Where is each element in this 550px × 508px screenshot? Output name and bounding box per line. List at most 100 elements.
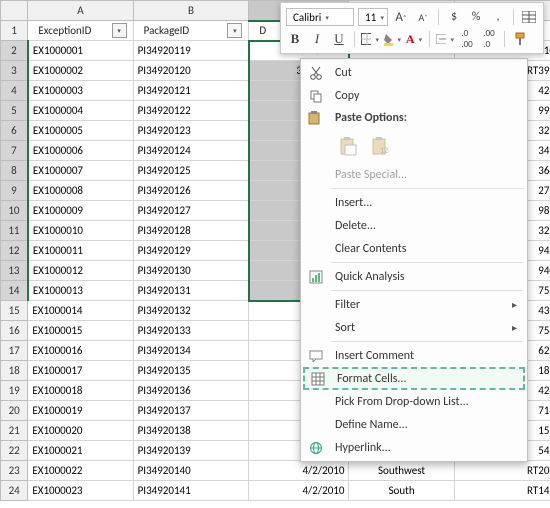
menu-pick-list[interactable]: Pick From Drop-down List... — [303, 390, 525, 413]
font-size-combo[interactable]: 11▾ — [358, 8, 388, 26]
cell-B1[interactable]: PackageID▾ — [133, 21, 249, 41]
row-header-9[interactable]: 9 — [1, 181, 28, 201]
row-header-12[interactable]: 12 — [1, 241, 28, 261]
format-painter-icon[interactable] — [511, 30, 529, 48]
cell-A18[interactable]: EX1000017 — [28, 361, 133, 381]
cell-B13[interactable]: PI34920130 — [133, 261, 249, 281]
cell-A5[interactable]: EX1000004 — [28, 101, 133, 121]
cell-B11[interactable]: PI34920128 — [133, 221, 249, 241]
cell-E23[interactable]: RT208 — [454, 461, 550, 481]
cell-B2[interactable]: PI34920119 — [133, 41, 249, 61]
cell-D23[interactable]: Southwest — [349, 461, 454, 481]
italic-icon[interactable]: I — [308, 30, 326, 48]
cell-D24[interactable]: South — [349, 481, 454, 501]
menu-define-name[interactable]: Define Name... — [303, 413, 525, 436]
row-header-22[interactable]: 22 — [1, 441, 28, 461]
bold-icon[interactable]: B — [286, 30, 304, 48]
cell-B4[interactable]: PI34920121 — [133, 81, 249, 101]
menu-insert-comment[interactable]: Insert Comment — [303, 344, 525, 367]
cell-A11[interactable]: EX1000010 — [28, 221, 133, 241]
row-header-3[interactable]: 3 — [1, 61, 28, 81]
cell-A4[interactable]: EX1000003 — [28, 81, 133, 101]
row-header-7[interactable]: 7 — [1, 141, 28, 161]
cell-B20[interactable]: PI34920137 — [133, 401, 249, 421]
font-family-combo[interactable]: Calibri▾ — [286, 8, 354, 26]
row-header-6[interactable]: 6 — [1, 121, 28, 141]
col-header-B[interactable]: B — [133, 1, 249, 21]
cell-B17[interactable]: PI34920134 — [133, 341, 249, 361]
grow-font-icon[interactable]: A˄ — [392, 8, 410, 26]
row-header-17[interactable]: 17 — [1, 341, 28, 361]
row-header-18[interactable]: 18 — [1, 361, 28, 381]
paste-option-values-icon[interactable]: 123 — [367, 133, 393, 159]
comma-format-icon[interactable]: , — [489, 8, 507, 26]
cell-B5[interactable]: PI34920122 — [133, 101, 249, 121]
underline-icon[interactable]: U — [330, 30, 348, 48]
cell-B15[interactable]: PI34920132 — [133, 301, 249, 321]
font-color-icon[interactable]: A▾ — [405, 30, 423, 48]
row-header-1[interactable]: 1 — [1, 21, 28, 41]
menu-sort[interactable]: Sort — [303, 316, 525, 339]
row-header-20[interactable]: 20 — [1, 401, 28, 421]
fill-color-icon[interactable]: ▾ — [383, 30, 401, 48]
cell-A24[interactable]: EX1000023 — [28, 481, 133, 501]
menu-quick-analysis[interactable]: Quick Analysis — [303, 265, 525, 288]
row-header-5[interactable]: 5 — [1, 101, 28, 121]
merge-center-icon[interactable]: ▾ — [436, 30, 454, 48]
percent-format-icon[interactable]: % — [467, 8, 485, 26]
cell-A12[interactable]: EX1000011 — [28, 241, 133, 261]
cell-B22[interactable]: PI34920139 — [133, 441, 249, 461]
cell-A15[interactable]: EX1000014 — [28, 301, 133, 321]
paste-option-default-icon[interactable] — [335, 133, 361, 159]
row-header-4[interactable]: 4 — [1, 81, 28, 101]
row-header-11[interactable]: 11 — [1, 221, 28, 241]
menu-copy[interactable]: Copy — [303, 84, 525, 107]
menu-cut[interactable]: Cut — [303, 61, 525, 84]
menu-delete[interactable]: Delete... — [303, 214, 525, 237]
cell-A19[interactable]: EX1000018 — [28, 381, 133, 401]
cell-C24[interactable]: 4/2/2010 — [249, 481, 349, 501]
cell-B7[interactable]: PI34920124 — [133, 141, 249, 161]
row-header-21[interactable]: 21 — [1, 421, 28, 441]
row-header-14[interactable]: 14 — [1, 281, 28, 301]
cell-B12[interactable]: PI34920129 — [133, 241, 249, 261]
decrease-decimal-icon[interactable]: .00.0 — [480, 30, 498, 48]
row-header-23[interactable]: 23 — [1, 461, 28, 481]
menu-insert[interactable]: Insert... — [303, 191, 525, 214]
row-header-15[interactable]: 15 — [1, 301, 28, 321]
cell-A8[interactable]: EX1000007 — [28, 161, 133, 181]
cell-A2[interactable]: EX1000001 — [28, 41, 133, 61]
cell-A10[interactable]: EX1000009 — [28, 201, 133, 221]
cell-E24[interactable]: RT145 — [454, 481, 550, 501]
cell-B10[interactable]: PI34920127 — [133, 201, 249, 221]
menu-hyperlink[interactable]: Hyperlink... — [303, 436, 525, 459]
borders-icon[interactable]: ▾ — [361, 30, 379, 48]
cell-A23[interactable]: EX1000022 — [28, 461, 133, 481]
cell-B23[interactable]: PI34920140 — [133, 461, 249, 481]
row-header-19[interactable]: 19 — [1, 381, 28, 401]
cell-A17[interactable]: EX1000016 — [28, 341, 133, 361]
cell-A22[interactable]: EX1000021 — [28, 441, 133, 461]
row-header-2[interactable]: 2 — [1, 41, 28, 61]
shrink-font-icon[interactable]: A˅ — [414, 8, 432, 26]
filter-button-A[interactable]: ▾ — [112, 23, 127, 38]
cell-B6[interactable]: PI34920123 — [133, 121, 249, 141]
cell-A6[interactable]: EX1000005 — [28, 121, 133, 141]
row-header-8[interactable]: 8 — [1, 161, 28, 181]
cell-B24[interactable]: PI34920141 — [133, 481, 249, 501]
format-table-icon[interactable] — [520, 8, 538, 26]
filter-button-B[interactable]: ▾ — [227, 23, 242, 38]
cell-A3[interactable]: EX1000002 — [28, 61, 133, 81]
accounting-format-icon[interactable]: $ — [445, 8, 463, 26]
cell-A7[interactable]: EX1000006 — [28, 141, 133, 161]
row-header-13[interactable]: 13 — [1, 261, 28, 281]
menu-format-cells[interactable]: Format Cells... — [303, 367, 525, 390]
increase-decimal-icon[interactable]: .0.00 — [458, 30, 476, 48]
col-header-A[interactable]: A — [28, 1, 133, 21]
cell-B21[interactable]: PI34920138 — [133, 421, 249, 441]
cell-B3[interactable]: PI34920120 — [133, 61, 249, 81]
cell-B9[interactable]: PI34920126 — [133, 181, 249, 201]
menu-filter[interactable]: Filter — [303, 293, 525, 316]
cell-B16[interactable]: PI34920133 — [133, 321, 249, 341]
row-header-24[interactable]: 24 — [1, 481, 28, 501]
